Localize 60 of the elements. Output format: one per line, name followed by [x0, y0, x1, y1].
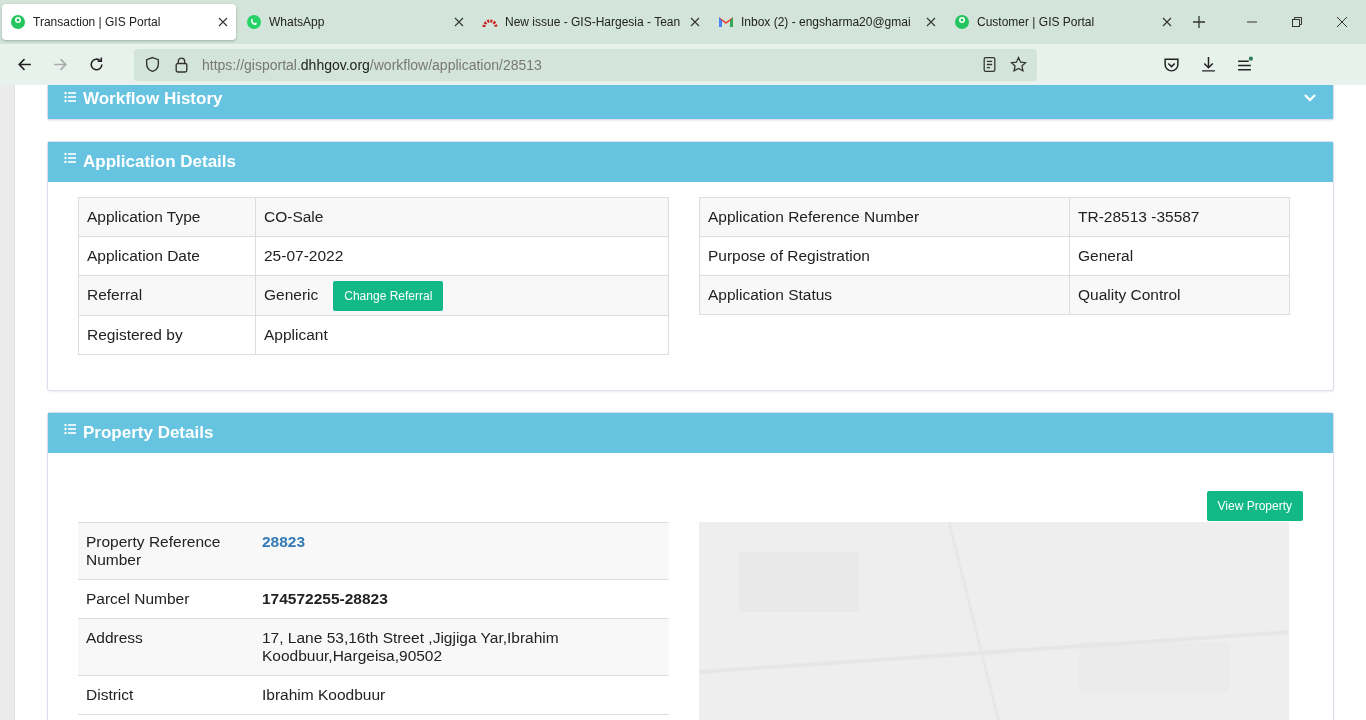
star-icon[interactable] — [1010, 56, 1027, 73]
table-cell: Application Status — [699, 275, 1070, 315]
list-icon — [64, 91, 76, 103]
new-tab-icon[interactable] — [1192, 15, 1206, 29]
list-icon — [64, 152, 76, 164]
pocket-icon[interactable] — [1163, 56, 1180, 73]
globe-icon — [10, 14, 26, 30]
globe-icon — [954, 14, 970, 30]
section-title: Application Details — [83, 152, 237, 172]
table-cell: CO-Sale — [255, 197, 669, 237]
table-cell: Ibrahim Koodbuur — [254, 675, 669, 715]
reader-icon[interactable] — [981, 56, 998, 73]
chat-icon — [246, 14, 262, 30]
address-bar[interactable]: https://gisportal.dhhgov.org/workflow/application/28513 — [134, 48, 1037, 81]
close-icon[interactable] — [926, 17, 936, 27]
table-cell: District — [78, 675, 254, 715]
close-icon[interactable] — [218, 17, 228, 27]
reload-icon[interactable] — [88, 56, 105, 73]
browser-tab[interactable]: New issue - GIS-Hargesia - Tean — [474, 4, 708, 40]
browser-tab[interactable]: Inbox (2) - engsharma20@gmai — [710, 4, 944, 40]
table-cell: Address — [78, 618, 254, 676]
browser-tab[interactable]: Customer | GIS Portal — [946, 4, 1180, 40]
list-icon — [64, 422, 76, 435]
close-icon[interactable] — [1162, 17, 1172, 27]
menu-icon[interactable] — [1236, 56, 1253, 73]
table-cell: Application Date — [78, 236, 256, 276]
table-cell: 17, Lane 53,16th Street ,Jigjiga Yar,Ibrahim Koodbuur,Hargeisa,90502 — [254, 618, 669, 676]
tab-title: WhatsApp — [269, 15, 326, 29]
tab-title: Inbox (2) - engsharma20@gmai — [741, 15, 912, 29]
table-cell: TR-28513 -35587 — [1069, 197, 1290, 237]
tab-title: Customer | GIS Portal — [977, 15, 1096, 29]
close-icon[interactable] — [454, 17, 464, 27]
table-cell: 174572255-28823 — [254, 579, 669, 619]
table-cell: General — [1069, 236, 1290, 276]
tab-title: Transaction | GIS Portal — [33, 15, 162, 29]
back-icon[interactable] — [16, 56, 33, 73]
table-cell: Application Reference Number — [699, 197, 1070, 237]
browser-tab[interactable]: WhatsApp — [238, 4, 472, 40]
download-icon[interactable] — [1200, 56, 1217, 73]
browser-tab[interactable]: Transaction | GIS Portal — [2, 4, 236, 40]
section-title: Workflow History — [83, 89, 223, 109]
table-cell: Applicant — [255, 315, 669, 355]
table-cell: Quality Control — [1069, 275, 1290, 315]
table-cell: Registered by — [78, 315, 256, 355]
table-cell: Referral — [78, 275, 256, 316]
table-cell: Property Reference Number — [78, 522, 254, 580]
shield-icon — [144, 56, 161, 73]
table-cell: Generic — [264, 286, 319, 303]
lock-icon — [173, 56, 190, 73]
property-link[interactable]: 28823 — [262, 532, 306, 550]
restore-icon[interactable] — [1291, 16, 1303, 28]
close-icon[interactable] — [690, 17, 700, 27]
table-cell: Application Type — [78, 197, 256, 237]
table-cell: Parcel Number — [78, 579, 254, 619]
close-icon[interactable] — [1336, 16, 1348, 28]
section-title: Property Details — [83, 422, 214, 443]
table-cell: Purpose of Registration — [699, 236, 1070, 276]
tab-title: New issue - GIS-Hargesia - Tean — [505, 15, 682, 29]
table-cell: 25-07-2022 — [255, 236, 669, 276]
mail-icon — [718, 14, 734, 30]
